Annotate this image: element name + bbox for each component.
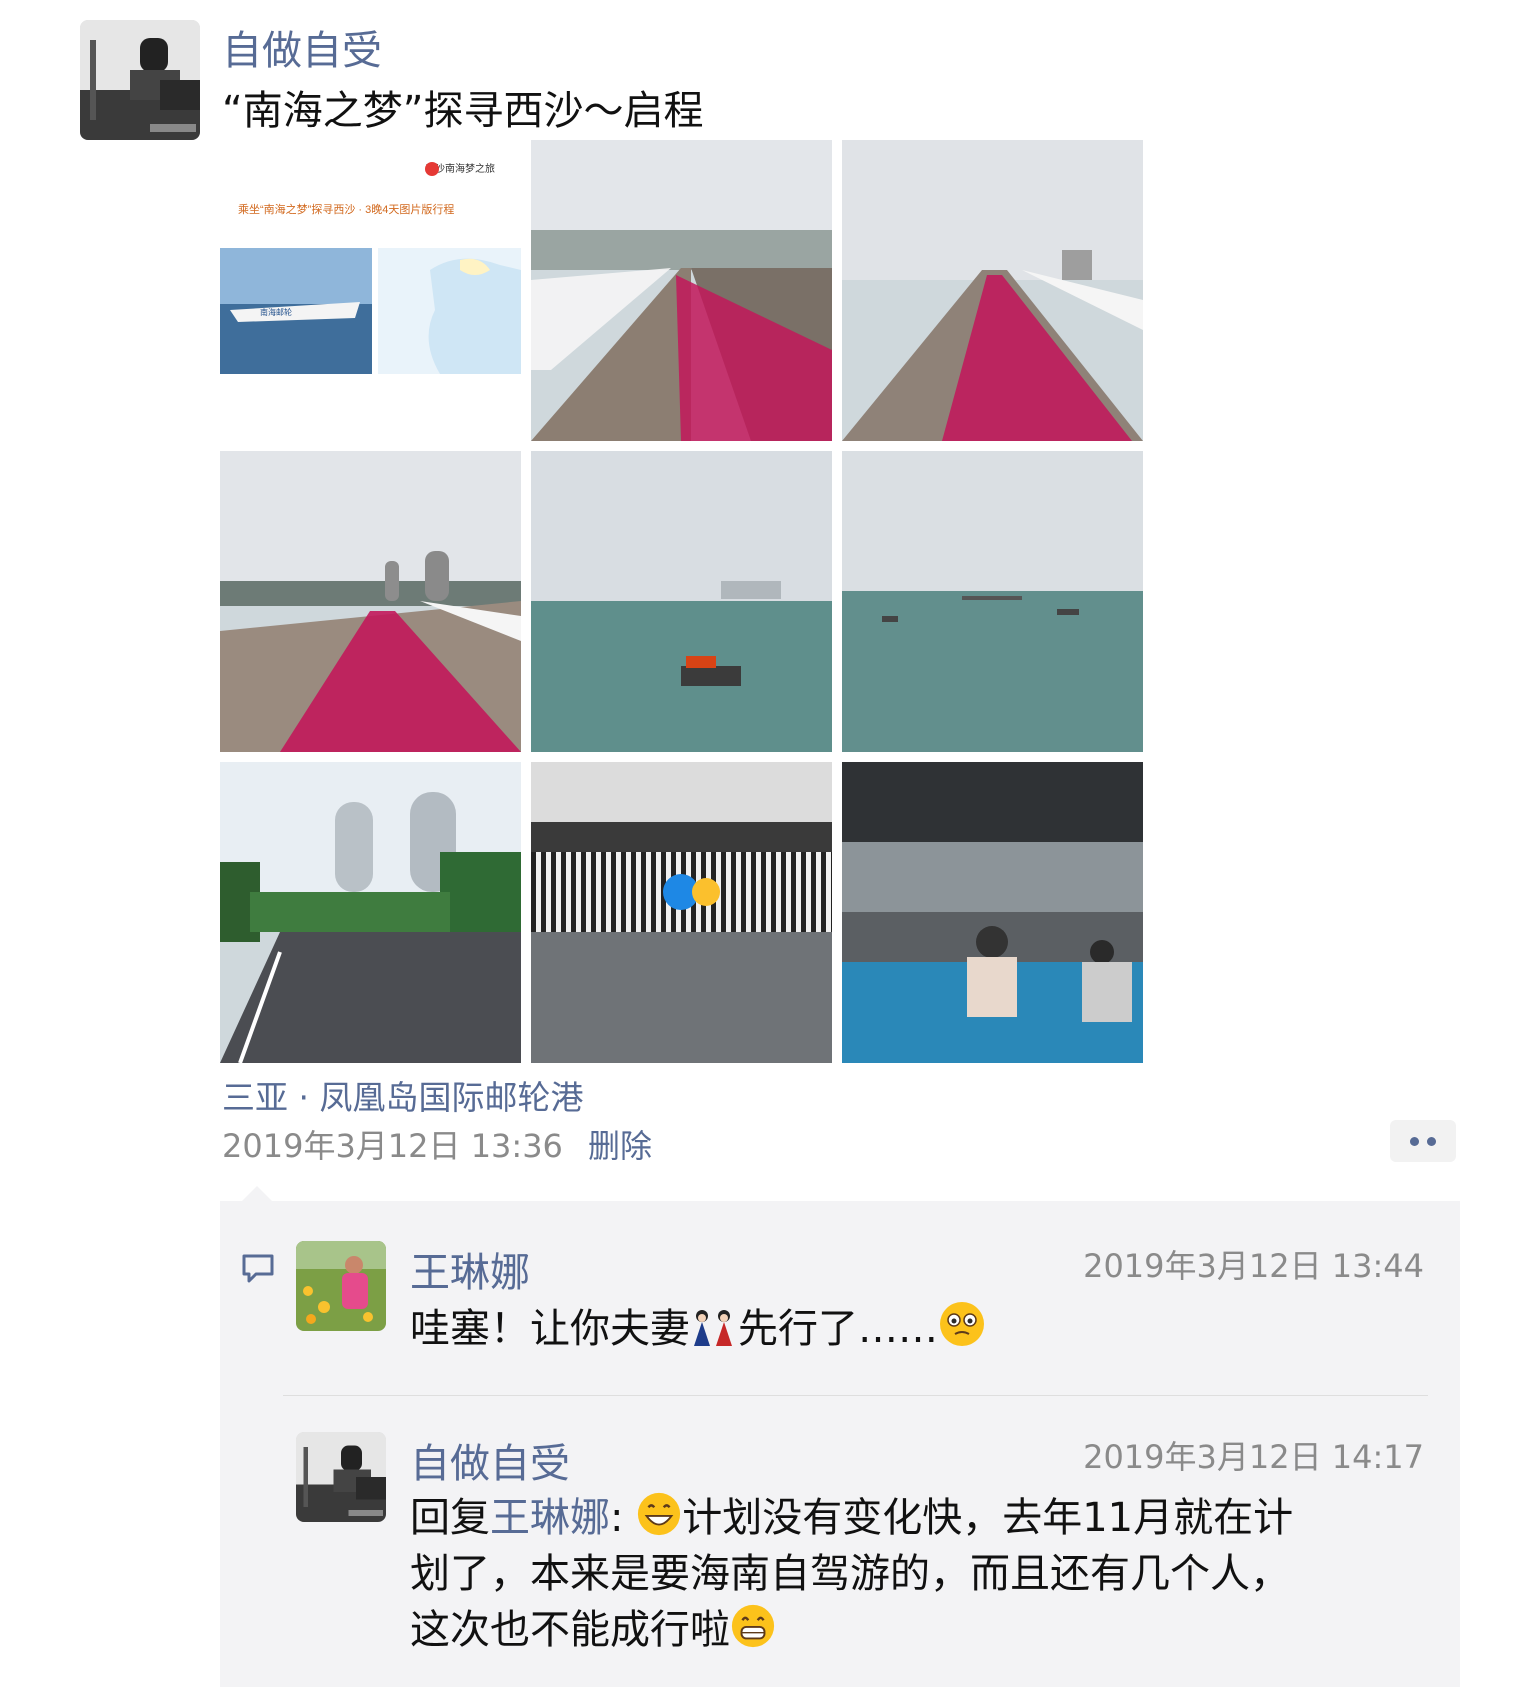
- sea-boat-image: [531, 451, 832, 752]
- comment-time: 2019年3月12日 13:44: [1083, 1247, 1424, 1285]
- terminal-entrance-image: [531, 762, 832, 1063]
- reply-line-1: 计划没有变化快，去年11月就在计: [682, 1495, 1294, 1541]
- comment-text: 哇塞！让你夫妻 先行了……: [410, 1300, 986, 1357]
- reply-line-3: 这次也不能成行啦: [410, 1607, 730, 1653]
- post-text: “南海之梦”探寻西沙～启程: [222, 88, 704, 134]
- post-author-name[interactable]: 自做自受: [222, 18, 382, 76]
- comment-panel-caret: [242, 1186, 272, 1201]
- reply-separator: :: [610, 1495, 624, 1541]
- comment-text-part: 哇塞！让你夫妻: [410, 1306, 690, 1352]
- comment-icon: [242, 1254, 274, 1283]
- comment-divider: [283, 1395, 1428, 1396]
- poster-ship-name: 南海邮轮: [260, 307, 292, 317]
- poster-title: 乘坐“南海之梦”探寻西沙 · 3晚4天图片版行程: [238, 202, 454, 216]
- author-photo-image: [296, 1432, 386, 1522]
- more-dot-icon: [1410, 1137, 1419, 1146]
- photo-8[interactable]: [531, 762, 832, 1063]
- photo-6[interactable]: [842, 451, 1143, 752]
- comment-author[interactable]: 自做自受: [410, 1431, 570, 1489]
- grinning-face-emoji-icon: [638, 1492, 681, 1536]
- photo-4[interactable]: [220, 451, 521, 752]
- flower-field-portrait-image: [296, 1241, 386, 1331]
- reply-prefix: 回复: [410, 1495, 490, 1541]
- comment-author[interactable]: 王琳娜: [410, 1240, 530, 1298]
- road-towers-image: [220, 762, 521, 1063]
- more-dot-icon: [1427, 1137, 1436, 1146]
- photo-5[interactable]: [531, 451, 832, 752]
- flower-boardwalk-image: [531, 140, 832, 441]
- post-location[interactable]: 三亚 · 凤凰岛国际邮轮港: [222, 1071, 583, 1119]
- terminal-waiting-hall-image: [842, 762, 1143, 1063]
- reply-mention-link[interactable]: 王琳娜: [490, 1495, 610, 1541]
- more-actions-button[interactable]: [1390, 1120, 1456, 1162]
- reply-line-2: 划了，本来是要海南自驾游的，而且还有几个人，: [410, 1551, 1290, 1597]
- sea-boats-image: [842, 451, 1143, 752]
- delete-link[interactable]: 删除: [588, 1121, 652, 1167]
- beaming-face-emoji-icon: [731, 1604, 775, 1648]
- photo-3[interactable]: [842, 140, 1143, 441]
- comment-text-part: 先行了……: [738, 1306, 938, 1352]
- photo-grid: 三沙南海梦之旅 乘坐“南海之梦”探寻西沙 · 3晚4天图片版行程 南海邮轮: [220, 140, 1143, 1063]
- flower-boardwalk-towers-image: [842, 140, 1143, 441]
- photo-9[interactable]: [842, 762, 1143, 1063]
- couple-dolls-emoji-icon: [694, 1310, 732, 1346]
- comment-time: 2019年3月12日 14:17: [1083, 1438, 1424, 1476]
- post-time: 2019年3月12日 13:36: [222, 1127, 563, 1165]
- photo-7[interactable]: [220, 762, 521, 1063]
- itinerary-poster-image: 三沙南海梦之旅 乘坐“南海之梦”探寻西沙 · 3晚4天图片版行程 南海邮轮: [220, 140, 521, 441]
- flower-walkway-phoenix-island-image: [220, 451, 521, 752]
- photo-2[interactable]: [531, 140, 832, 441]
- author-photo-image: [80, 20, 200, 140]
- reply-text: 回复王琳娜: 计划没有变化快，去年11月就在计 划了，本来是要海南自驾游的，而且…: [410, 1490, 1420, 1658]
- commenter-avatar-wang[interactable]: [296, 1241, 386, 1331]
- flushed-face-emoji-icon: [940, 1302, 984, 1346]
- photo-1[interactable]: 三沙南海梦之旅 乘坐“南海之梦”探寻西沙 · 3晚4天图片版行程 南海邮轮: [220, 140, 521, 441]
- post-author-avatar[interactable]: [80, 20, 200, 140]
- commenter-avatar-self[interactable]: [296, 1432, 386, 1522]
